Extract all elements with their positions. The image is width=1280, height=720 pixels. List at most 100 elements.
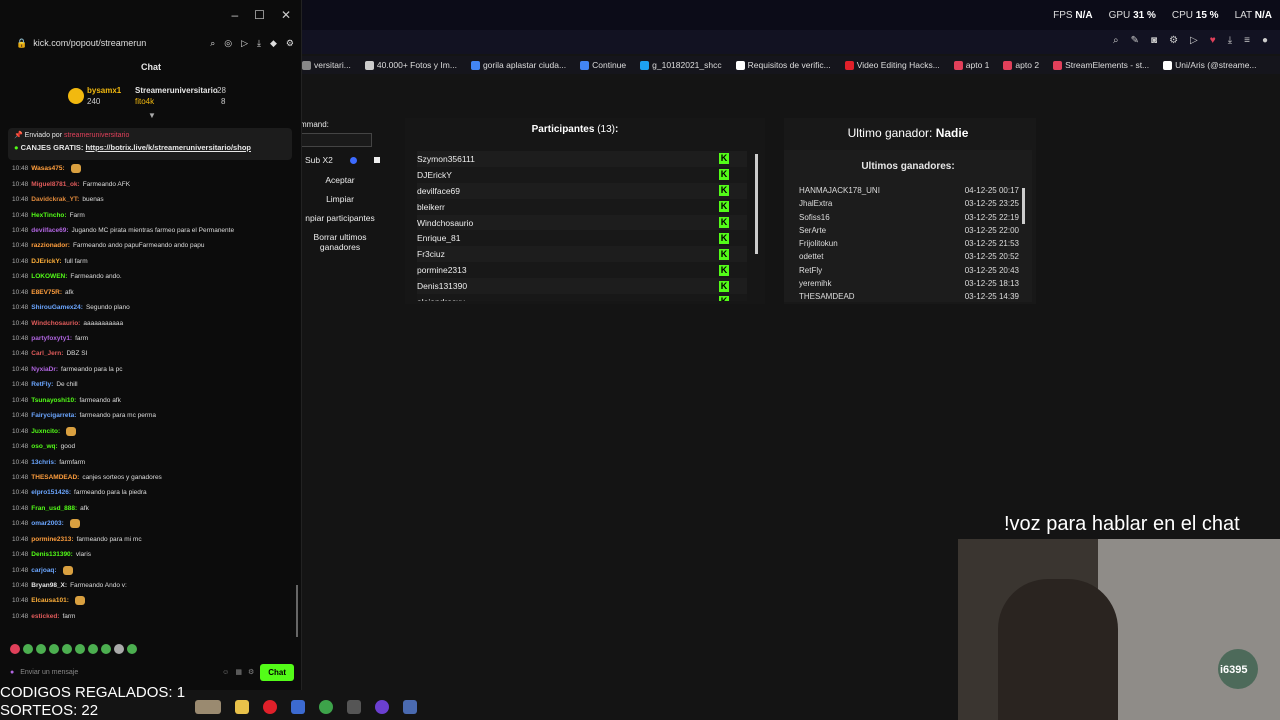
bookmark-item[interactable]: Video Editing Hacks...: [844, 60, 940, 71]
message-username[interactable]: elpro151426:: [31, 489, 71, 496]
camera-icon[interactable]: ◙: [1151, 35, 1157, 46]
message-username[interactable]: Elcausa101:: [31, 597, 69, 604]
clean-button[interactable]: Limpiar: [300, 194, 380, 204]
participant-row[interactable]: Windchosaurio K: [417, 214, 747, 231]
bookmark-item[interactable]: apto 1: [953, 60, 989, 71]
message-username[interactable]: esticked:: [31, 613, 59, 620]
play-icon[interactable]: ▷: [1190, 35, 1198, 46]
clear-winners-button[interactable]: Borrar ultimos ganadores: [300, 232, 380, 252]
message-username[interactable]: carjoaq:: [31, 567, 56, 574]
message-username[interactable]: THESAMDEAD:: [31, 474, 79, 481]
message-username[interactable]: omar2003:: [31, 520, 64, 527]
message-username[interactable]: partyfoxyty1:: [31, 335, 72, 342]
winners-scrollbar[interactable]: [1022, 188, 1025, 224]
participant-row[interactable]: Enrique_81 K: [417, 230, 747, 247]
emote-icon[interactable]: [75, 644, 85, 654]
app-icon[interactable]: [291, 700, 305, 714]
search-icon[interactable]: ⌕: [210, 38, 215, 49]
participants-scrollbar[interactable]: [755, 154, 758, 254]
message-username[interactable]: Tsunayoshi10:: [31, 397, 76, 404]
shield-icon[interactable]: ◎: [224, 38, 232, 49]
emote-bar[interactable]: [10, 644, 137, 654]
participant-row[interactable]: Szymon356111 K: [417, 151, 747, 167]
message-username[interactable]: Wasas475:: [31, 165, 64, 172]
emote-icon[interactable]: [49, 644, 59, 654]
message-username[interactable]: LOKOWEN:: [31, 273, 67, 280]
message-username[interactable]: NyxiaDr:: [31, 366, 58, 373]
message-username[interactable]: Miguel8781_ok:: [31, 181, 79, 188]
accept-button[interactable]: Aceptar: [300, 175, 380, 185]
participant-row[interactable]: pormine2313 K: [417, 262, 747, 279]
download-icon[interactable]: ⤓: [1228, 35, 1232, 46]
emote-icon[interactable]: [36, 644, 46, 654]
gear-icon[interactable]: ⚙: [248, 668, 254, 676]
emote-icon[interactable]: [23, 644, 33, 654]
app-icon[interactable]: [195, 700, 221, 714]
edit-icon[interactable]: ✎: [1131, 35, 1139, 46]
mic-icon[interactable]: ●: [10, 669, 14, 676]
participant-row[interactable]: DJErickY K: [417, 166, 747, 183]
message-username[interactable]: Juxncito:: [31, 428, 60, 435]
app-icon[interactable]: [375, 700, 389, 714]
download-icon[interactable]: ⤓: [257, 38, 261, 49]
message-username[interactable]: Fairycigarreta:: [31, 412, 76, 419]
participant-row[interactable]: alejandrosxy K: [417, 294, 747, 301]
message-username[interactable]: Fran_usd_888:: [31, 505, 77, 512]
message-username[interactable]: Carl_Jern:: [31, 350, 63, 357]
chat-input[interactable]: Enviar un mensaje: [20, 669, 78, 676]
message-username[interactable]: pormine2313:: [31, 536, 73, 543]
bookmark-item[interactable]: apto 2: [1003, 60, 1039, 71]
shop-link[interactable]: https://botrix.live/k/streameruniversita…: [86, 143, 251, 152]
chat-scrollbar[interactable]: [296, 585, 298, 637]
chat-messages[interactable]: 10:48 Wasas475: 10:48 Miguel8781_ok: Farmean…: [12, 161, 292, 637]
participant-row[interactable]: Denis131390 K: [417, 278, 747, 295]
message-username[interactable]: devilface69:: [31, 227, 68, 234]
message-username[interactable]: 13chris:: [31, 459, 56, 466]
emoji-icon[interactable]: ☺: [222, 669, 229, 676]
play-icon[interactable]: ▷: [241, 38, 248, 49]
folder-icon[interactable]: [235, 700, 249, 714]
opera-icon[interactable]: [263, 700, 277, 714]
close-icon[interactable]: ✕: [281, 8, 291, 22]
heart-icon[interactable]: ♥: [1210, 35, 1216, 46]
bookmark-item[interactable]: g_10182021_shcc: [640, 60, 722, 71]
address-bar[interactable]: 🔒 kick.com/popout/streamerun ⌕ ◎ ▷ ⤓ ◆ ⚙: [0, 32, 302, 54]
bookmark-item[interactable]: Continue: [580, 60, 626, 71]
extension-icon[interactable]: ◆: [270, 38, 277, 49]
message-username[interactable]: HexTincho:: [31, 212, 66, 219]
message-username[interactable]: razzionador:: [31, 242, 70, 249]
bookmark-item[interactable]: StreamElements - st...: [1053, 60, 1149, 71]
calculator-icon[interactable]: [403, 700, 417, 714]
clean-participants-button[interactable]: npiar participantes: [300, 213, 380, 223]
chevron-down-icon[interactable]: ▼: [148, 111, 156, 120]
url-text[interactable]: kick.com/popout/streamerun: [33, 38, 146, 48]
emote-icon[interactable]: [101, 644, 111, 654]
bookmark-item[interactable]: gorila aplastar ciuda...: [470, 60, 566, 71]
emote-icon[interactable]: [62, 644, 72, 654]
emote-icon[interactable]: [88, 644, 98, 654]
participants-list[interactable]: Szymon356111 K DJErickY Kdevilface69 Kbleike…: [417, 151, 747, 301]
sub-checkbox[interactable]: [373, 157, 380, 163]
maximize-icon[interactable]: ☐: [254, 8, 265, 22]
search-icon[interactable]: ⌕: [1113, 35, 1119, 46]
participant-row[interactable]: Fr3ciuz K: [417, 246, 747, 263]
emote-icon[interactable]: [10, 644, 20, 654]
message-username[interactable]: DJErickY:: [31, 258, 61, 265]
app-icon[interactable]: [347, 700, 361, 714]
message-username[interactable]: Davidckrak_YT:: [31, 196, 79, 203]
commands-icon[interactable]: ▦: [235, 668, 242, 676]
message-username[interactable]: RetFly:: [31, 381, 53, 388]
profile-icon[interactable]: ●: [1262, 35, 1268, 46]
command-input[interactable]: [300, 133, 372, 147]
minimize-icon[interactable]: –: [231, 8, 238, 22]
chat-send-button[interactable]: Chat: [260, 663, 294, 681]
info-icon[interactable]: [349, 156, 357, 164]
message-username[interactable]: ShirouGamex24:: [31, 304, 83, 311]
participant-row[interactable]: bleikerr K: [417, 198, 747, 215]
bookmark-item[interactable]: versitari...: [302, 60, 351, 71]
chrome-icon[interactable]: [319, 700, 333, 714]
message-username[interactable]: Denis131390:: [31, 551, 73, 558]
settings-icon[interactable]: ⚙: [286, 38, 294, 49]
settings-icon[interactable]: ⚙: [1169, 35, 1178, 46]
bookmark-item[interactable]: Requisitos de verific...: [735, 60, 831, 71]
